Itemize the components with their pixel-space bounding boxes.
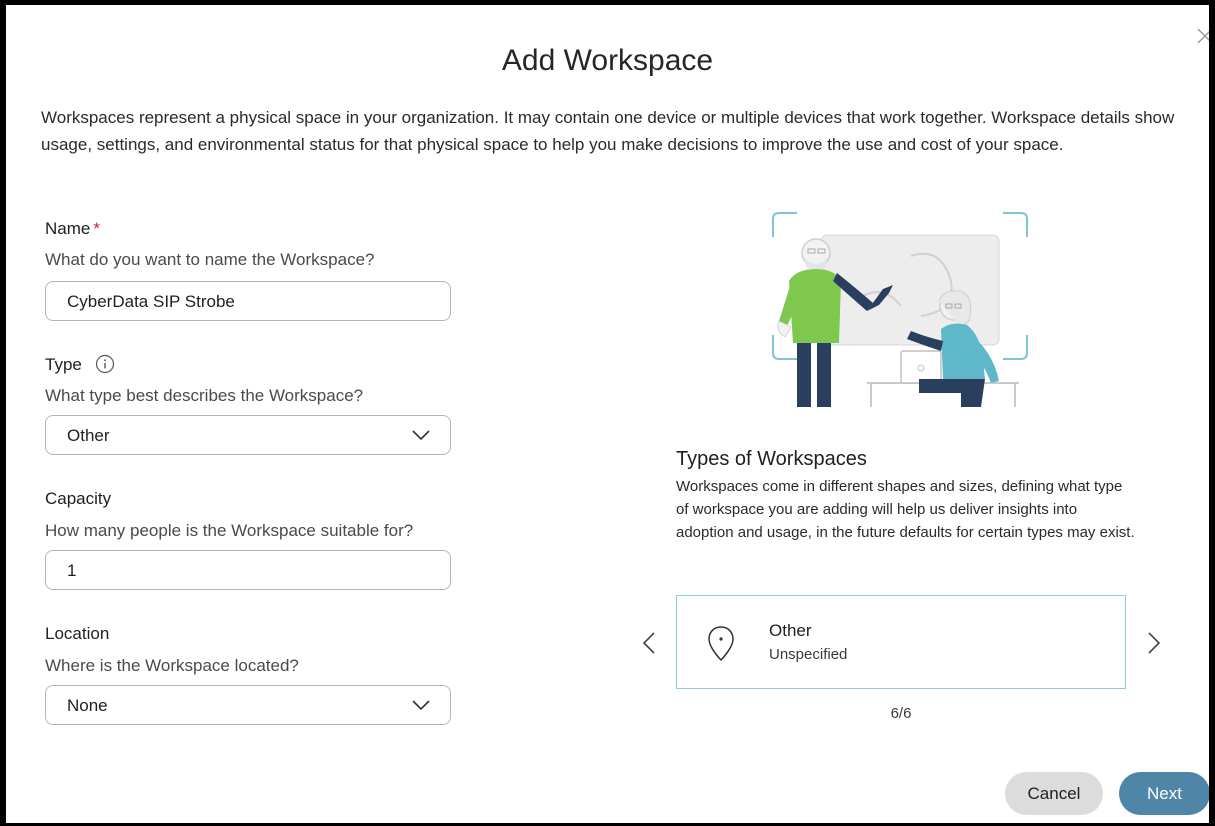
location-pin-icon	[708, 626, 734, 662]
location-select-value: None	[67, 696, 108, 715]
add-workspace-dialog: Add Workspace Workspaces represent a phy…	[0, 0, 1215, 826]
type-label-row: Type	[45, 354, 115, 375]
capacity-input[interactable]: 1	[45, 550, 451, 590]
type-help: What type best describes the Workspace?	[45, 386, 364, 405]
capacity-help: How many people is the Workspace suitabl…	[45, 521, 414, 540]
workspace-type-subtitle: Unspecified	[769, 646, 848, 663]
workspace-type-card[interactable]: Other Unspecified	[676, 595, 1126, 689]
location-select[interactable]: None	[45, 685, 451, 725]
types-title: Types of Workspaces	[676, 448, 867, 470]
name-label: Name	[45, 219, 91, 238]
workspace-illustration	[772, 212, 1028, 407]
chevron-down-icon	[412, 700, 430, 711]
type-label: Type	[45, 355, 82, 374]
dialog-intro: Workspaces represent a physical space in…	[41, 108, 1175, 154]
info-icon[interactable]	[95, 354, 115, 374]
location-help: Where is the Workspace located?	[45, 656, 299, 675]
name-help: What do you want to name the Workspace?	[45, 250, 375, 269]
capacity-label: Capacity	[45, 489, 112, 508]
type-select[interactable]: Other	[45, 415, 451, 455]
type-select-value: Other	[67, 426, 110, 445]
workspace-type-name: Other	[769, 621, 812, 640]
name-input[interactable]: CyberData SIP Strobe	[45, 281, 451, 321]
chevron-right-icon[interactable]	[1147, 631, 1161, 655]
capacity-input-value: 1	[67, 561, 77, 580]
required-marker: *	[93, 219, 100, 238]
name-label-row: Name *	[45, 219, 100, 239]
cancel-button[interactable]: Cancel	[1005, 772, 1103, 815]
chevron-down-icon	[412, 430, 430, 441]
next-button[interactable]: Next	[1119, 772, 1209, 815]
type-pager: 6/6	[890, 705, 912, 722]
location-label: Location	[45, 624, 110, 643]
name-input-value: CyberData SIP Strobe	[67, 292, 235, 311]
chevron-left-icon[interactable]	[642, 631, 656, 655]
dialog-title: Add Workspace	[501, 44, 714, 77]
types-description: Workspaces come in different shapes and …	[676, 478, 1135, 541]
